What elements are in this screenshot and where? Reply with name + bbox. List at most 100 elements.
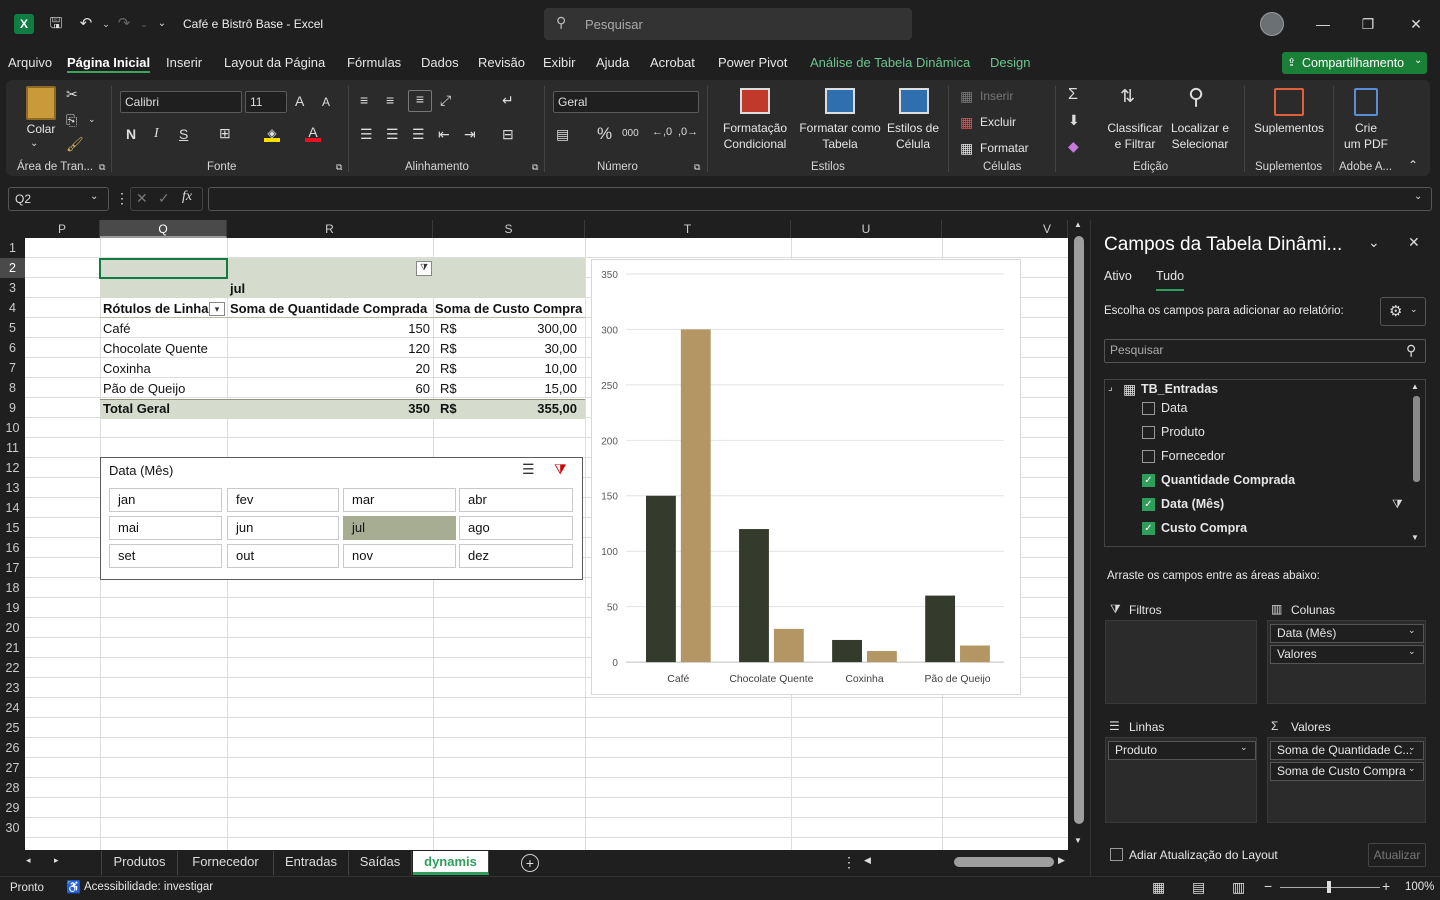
- menu-inserir[interactable]: Inserir: [166, 55, 202, 70]
- customize-toolbar-icon[interactable]: ⌄: [152, 14, 172, 34]
- font-color-icon[interactable]: A: [305, 124, 321, 142]
- column-header-u[interactable]: U: [791, 220, 942, 238]
- field-checkbox[interactable]: [1142, 426, 1155, 439]
- field-label[interactable]: Data: [1161, 401, 1187, 415]
- conditional-format-icon[interactable]: [740, 88, 770, 114]
- name-box-dropdown-icon[interactable]: ⌄: [90, 191, 98, 202]
- percent-button[interactable]: %: [597, 124, 612, 144]
- tab-fornecedor[interactable]: Fornecedor: [178, 851, 274, 875]
- find-select-label2[interactable]: Selecionar: [1164, 136, 1236, 152]
- create-pdf-icon[interactable]: [1354, 88, 1378, 116]
- fill-color-icon[interactable]: ◈: [264, 126, 280, 142]
- decrease-decimal-icon[interactable]: ,0→: [678, 126, 698, 138]
- paste-label[interactable]: Colar: [22, 121, 60, 137]
- menu-arquivo[interactable]: Arquivo: [8, 55, 52, 70]
- pivot-filter-icon[interactable]: ⧩: [416, 261, 432, 276]
- chip-dropdown-icon[interactable]: ⌄: [1408, 646, 1416, 657]
- tab-splitter-icon[interactable]: ⋮: [842, 854, 856, 871]
- scroll-down-icon[interactable]: ▼: [1074, 836, 1082, 845]
- row-header-23[interactable]: 23: [0, 678, 25, 698]
- align-top-icon[interactable]: ≡: [360, 92, 368, 108]
- slicer-month-abr[interactable]: abr: [459, 488, 573, 512]
- restore-button[interactable]: ❐: [1356, 12, 1380, 36]
- align-middle-icon[interactable]: ≡: [386, 92, 394, 108]
- row-header-21[interactable]: 21: [0, 638, 25, 658]
- share-dropdown-icon[interactable]: ⌄: [1414, 55, 1422, 66]
- format-as-table-label1[interactable]: Formatar como: [797, 120, 883, 136]
- value-chip-custo[interactable]: Soma de Custo Compra: [1270, 762, 1424, 781]
- field-checkbox[interactable]: ✓: [1142, 522, 1155, 535]
- sort-filter-label2[interactable]: e Filtrar: [1104, 136, 1166, 152]
- field-label[interactable]: Custo Compra: [1161, 521, 1247, 535]
- normal-view-icon[interactable]: ▦: [1152, 879, 1165, 896]
- column-header-s[interactable]: S: [433, 220, 585, 238]
- row-header-4[interactable]: 4: [0, 298, 25, 318]
- slicer-month-out[interactable]: out: [227, 544, 339, 568]
- pane-tab-all[interactable]: Tudo: [1156, 269, 1185, 291]
- align-right-icon[interactable]: ☰: [412, 126, 425, 143]
- field-list-scroll-thumb[interactable]: [1413, 396, 1420, 482]
- number-launcher-icon[interactable]: ⧉: [694, 162, 700, 173]
- tab-next-icon[interactable]: ▸: [54, 855, 59, 866]
- update-button[interactable]: Atualizar: [1368, 843, 1426, 867]
- field-label[interactable]: Quantidade Comprada: [1161, 473, 1295, 487]
- tab-entradas[interactable]: Entradas: [274, 851, 349, 875]
- field-checkbox[interactable]: ✓: [1142, 498, 1155, 511]
- minimize-button[interactable]: —: [1311, 12, 1335, 36]
- copy-dropdown-icon[interactable]: ⌄: [88, 114, 96, 125]
- addins-label[interactable]: Suplementos: [1250, 120, 1328, 136]
- redo-dropdown-icon[interactable]: ⌄: [134, 14, 154, 34]
- row-header-1[interactable]: 1: [0, 238, 25, 258]
- column-chip-data-mes[interactable]: Data (Mês): [1270, 624, 1424, 643]
- format-painter-icon[interactable]: 🖌: [66, 136, 84, 153]
- sort-filter-label1[interactable]: Classificar: [1104, 120, 1166, 136]
- pane-tab-active[interactable]: Ativo: [1104, 269, 1132, 283]
- menu-ajuda[interactable]: Ajuda: [596, 55, 629, 70]
- copy-icon[interactable]: ⎘: [66, 112, 77, 129]
- format-as-table-icon[interactable]: [825, 88, 855, 114]
- field-checkbox[interactable]: [1142, 402, 1155, 415]
- user-avatar[interactable]: [1260, 12, 1284, 36]
- hscroll-right-icon[interactable]: ▶: [1058, 855, 1065, 866]
- font-size-combo[interactable]: 11: [245, 91, 287, 113]
- value-chip-quantidade[interactable]: Soma de Quantidade C...: [1270, 741, 1424, 760]
- row-header-6[interactable]: 6: [0, 338, 25, 358]
- column-header-q[interactable]: Q: [100, 220, 227, 238]
- cell-styles-icon[interactable]: [899, 88, 929, 114]
- menu-analise-tabela[interactable]: Análise de Tabela Dinâmica: [810, 55, 970, 70]
- field-filter-icon[interactable]: ⧩: [1392, 497, 1403, 512]
- undo-dropdown-icon[interactable]: ⌄: [96, 14, 116, 34]
- collapse-ribbon-icon[interactable]: ⌃: [1408, 158, 1418, 172]
- chip-dropdown-icon[interactable]: ⌄: [1408, 763, 1416, 774]
- slicer-month-mar[interactable]: mar: [343, 488, 456, 512]
- row-header-17[interactable]: 17: [0, 558, 25, 578]
- pane-options-icon[interactable]: ⌄: [1368, 234, 1380, 251]
- field-label[interactable]: Fornecedor: [1161, 449, 1225, 463]
- filters-area[interactable]: [1105, 620, 1257, 704]
- tab-prev-icon[interactable]: ◂: [26, 855, 31, 866]
- paste-dropdown-icon[interactable]: ⌄: [30, 138, 38, 149]
- create-pdf-label1[interactable]: Crie: [1340, 120, 1392, 136]
- menu-acrobat[interactable]: Acrobat: [650, 55, 695, 70]
- save-icon[interactable]: 🖫: [46, 14, 66, 34]
- row-header-28[interactable]: 28: [0, 778, 25, 798]
- font-name-combo[interactable]: Calibri: [120, 91, 242, 113]
- chip-dropdown-icon[interactable]: ⌄: [1240, 742, 1248, 753]
- row-chip-produto[interactable]: Produto: [1108, 741, 1256, 760]
- thousands-button[interactable]: 000: [622, 128, 639, 139]
- row-header-11[interactable]: 11: [0, 438, 25, 458]
- collapse-table-icon[interactable]: ⌟: [1108, 382, 1113, 393]
- row-header-13[interactable]: 13: [0, 478, 25, 498]
- row-header-3[interactable]: 3: [0, 278, 25, 298]
- conditional-format-label2[interactable]: Condicional: [713, 136, 797, 152]
- chip-dropdown-icon[interactable]: ⌄: [1408, 742, 1416, 753]
- increase-decimal-icon[interactable]: ←,0: [652, 126, 672, 138]
- active-cell-q2[interactable]: [99, 258, 228, 279]
- row-header-10[interactable]: 10: [0, 418, 25, 438]
- enter-icon[interactable]: ✓: [158, 190, 170, 207]
- row-header-26[interactable]: 26: [0, 738, 25, 758]
- zoom-level[interactable]: 100%: [1405, 881, 1434, 893]
- hscroll-left-icon[interactable]: ◀: [864, 855, 871, 866]
- tab-dynamis[interactable]: dynamis: [413, 851, 489, 875]
- cell-styles-label1[interactable]: Estilos de: [884, 120, 942, 136]
